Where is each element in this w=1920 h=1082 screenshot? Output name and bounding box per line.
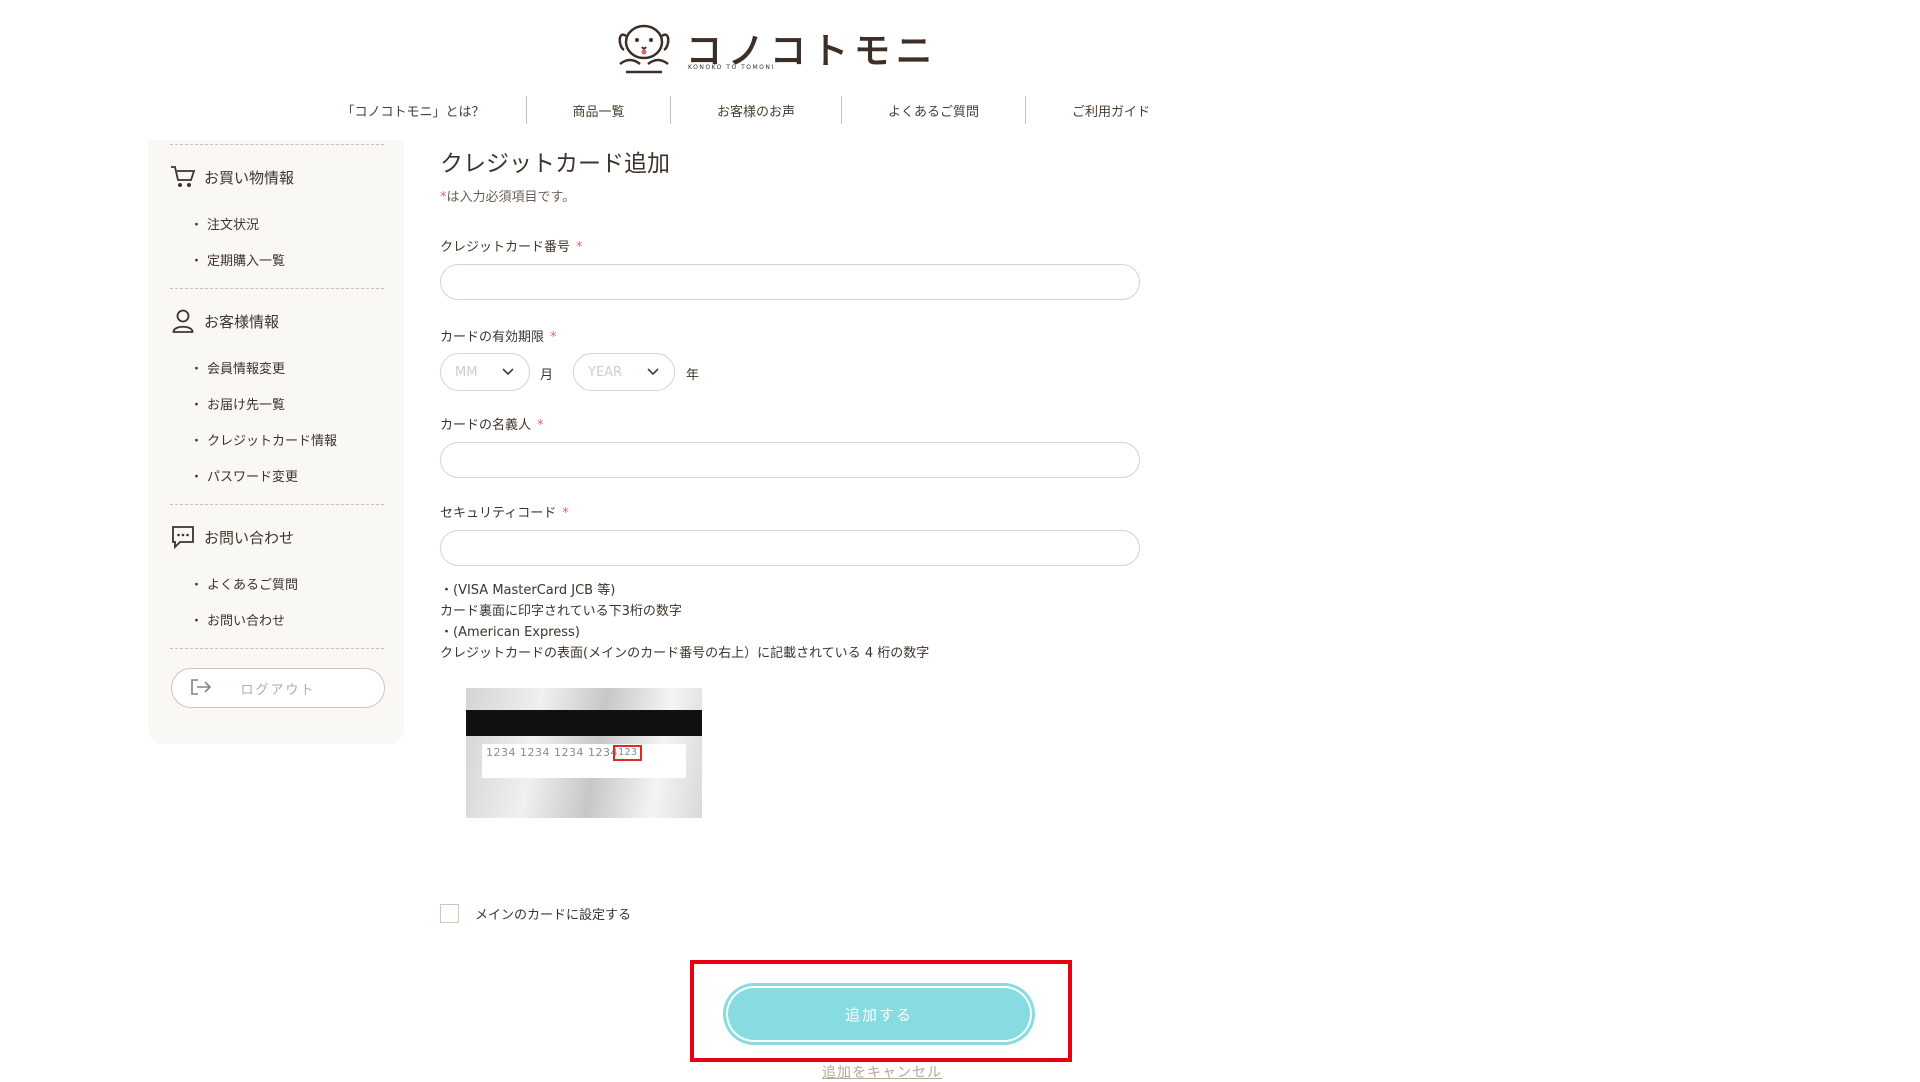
site-logo[interactable]: コノコトモニ KONOKO TO TOMONI	[612, 16, 932, 78]
nav-products[interactable]: 商品一覧	[527, 101, 670, 120]
expiry-year-select[interactable]: YEAR	[573, 353, 675, 391]
note-line: クレジットカードの表面(メインのカード番号の右上）に記載されている 4 桁の数字	[440, 646, 930, 661]
nav-guide[interactable]: ご利用ガイド	[1026, 101, 1196, 120]
required-star: *	[562, 506, 569, 521]
sidebar-item-order-status[interactable]: 注文状況	[190, 214, 259, 233]
expiry-label: カードの有効期限 *	[440, 326, 557, 345]
sidebar-item-addresses[interactable]: お届け先一覧	[190, 394, 285, 413]
cancel-add-link[interactable]: 追加をキャンセル	[822, 1062, 942, 1082]
card-number-label: クレジットカード番号 *	[440, 236, 583, 255]
page-title: クレジットカード追加	[440, 151, 670, 177]
year-placeholder: YEAR	[588, 364, 623, 380]
sidebar-item-contact[interactable]: お問い合わせ	[190, 610, 285, 629]
person-icon	[170, 308, 196, 334]
holder-label-text: カードの名義人	[440, 418, 532, 433]
sample-card-numbers: 1234 1234 1234 1234	[486, 746, 618, 759]
security-code-label: セキュリティコード *	[440, 502, 569, 521]
section-contact-title: お問い合わせ	[204, 528, 295, 547]
section-customer-title: お客様情報	[204, 312, 280, 331]
year-unit: 年	[686, 368, 700, 383]
expiry-label-text: カードの有効期限	[440, 330, 545, 345]
add-card-submit-button[interactable]: 追加する	[726, 986, 1032, 1042]
divider	[170, 288, 384, 289]
required-note: *は入力必須項目です。	[440, 186, 575, 205]
expiry-month-select[interactable]: MM	[440, 353, 530, 391]
divider	[170, 504, 384, 505]
main-card-checkbox[interactable]	[440, 904, 459, 923]
note-line: ・(VISA MasterCard JCB 等)	[440, 583, 616, 598]
sidebar-item-member-info[interactable]: 会員情報変更	[190, 358, 285, 377]
card-number-label-text: クレジットカード番号	[440, 240, 571, 255]
holder-label: カードの名義人 *	[440, 414, 544, 433]
section-shopping-heading: お買い物情報	[170, 164, 294, 190]
nav-voices[interactable]: お客様のお声	[671, 101, 841, 120]
divider	[170, 648, 384, 649]
magnetic-stripe	[466, 710, 702, 736]
chat-icon	[170, 524, 196, 550]
sidebar-item-faq[interactable]: よくあるご質問	[190, 574, 298, 593]
main-card-checkbox-label: メインのカードに設定する	[475, 908, 632, 923]
month-placeholder: MM	[455, 364, 478, 380]
chevron-down-icon	[502, 368, 514, 376]
security-label-text: セキュリティコード	[440, 506, 557, 521]
section-customer-heading: お客様情報	[170, 308, 279, 334]
section-contact-heading: お問い合わせ	[170, 524, 294, 550]
required-star: *	[576, 240, 583, 255]
required-star: *	[550, 330, 557, 345]
nav-about[interactable]: 「コノコトモニ」とは？	[300, 101, 526, 120]
main-card-checkbox-row[interactable]: メインのカードに設定する	[440, 904, 631, 923]
security-code-input[interactable]	[440, 530, 1140, 566]
sample-cvv: 123	[613, 745, 643, 761]
logout-icon	[190, 678, 212, 700]
logout-button[interactable]: ログアウト	[171, 668, 385, 708]
logout-label: ログアウト	[240, 682, 316, 698]
divider	[170, 144, 384, 145]
section-shopping-title: お買い物情報	[204, 168, 295, 187]
logo-subtitle: KONOKO TO TOMONI	[688, 64, 775, 71]
sidebar-item-password[interactable]: パスワード変更	[190, 466, 298, 485]
sidebar-item-credit-cards[interactable]: クレジットカード情報	[190, 430, 337, 449]
cart-icon	[170, 164, 196, 190]
month-unit: 月	[540, 368, 554, 383]
nav-faq[interactable]: よくあるご質問	[842, 101, 1025, 120]
mypage-sidebar: お買い物情報 注文状況 定期購入一覧 お客様情報 会員情報変更 お届け先一覧 ク…	[148, 140, 404, 744]
note-line: カード裏面に印字されている下3桁の数字	[440, 604, 682, 619]
required-star: *	[537, 418, 544, 433]
security-code-notes: ・(VISA MasterCard JCB 等) カード裏面に印字されている下3…	[440, 580, 929, 664]
note-line: ・(American Express)	[440, 625, 580, 640]
card-back-illustration: 1234 1234 1234 1234 123	[466, 688, 702, 818]
global-nav: 「コノコトモニ」とは？ 商品一覧 お客様のお声 よくあるご質問 ご利用ガイド	[300, 96, 1196, 124]
dog-logo-icon	[618, 24, 670, 74]
card-number-input[interactable]	[440, 264, 1140, 300]
card-holder-input[interactable]	[440, 442, 1140, 478]
chevron-down-icon	[647, 368, 659, 376]
sidebar-item-subscriptions[interactable]: 定期購入一覧	[190, 250, 285, 269]
required-note-text: は入力必須項目です。	[446, 190, 576, 205]
